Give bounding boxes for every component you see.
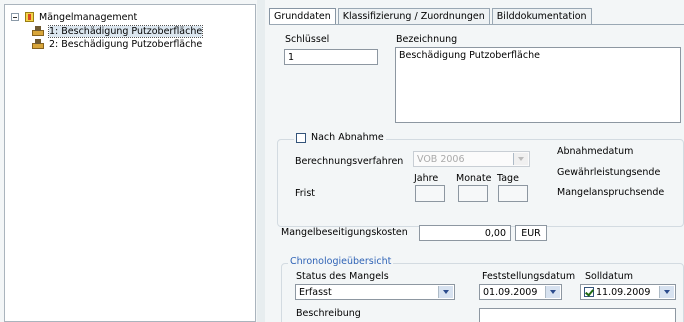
dropdown-arrow-icon (513, 153, 528, 165)
status-value: Erfasst (299, 287, 332, 298)
feststellungsdatum-value: 01.09.2009 (483, 287, 538, 298)
nach-abnahme-label: Nach Abnahme (311, 132, 384, 143)
defect-management-icon (25, 12, 34, 22)
monate-label: Monate (456, 173, 492, 184)
status-label: Status des Mangels (296, 271, 389, 282)
tree-item-label[interactable]: 1: Beschädigung Putzoberfläche (47, 24, 204, 38)
schluessel-field[interactable]: 1 (284, 49, 378, 65)
defect-icon (32, 25, 45, 37)
mangelanspruchsende-label: Mangelanspruchsende (557, 187, 665, 198)
bezeichnung-field[interactable]: Beschädigung Putzoberfläche (395, 47, 681, 123)
tage-label: Tage (497, 173, 519, 184)
calendar-dropdown-icon[interactable] (545, 286, 560, 298)
tab-bilddokumentation[interactable]: Bilddokumentation (491, 8, 592, 24)
gewaehrleistungsende-label: Gewährleistungsende (557, 167, 661, 178)
defect-tree-panel[interactable]: Mängelmanagement 1: Beschädigung Putzobe… (4, 4, 256, 322)
feststellungsdatum-label: Feststellungsdatum (482, 271, 576, 282)
tab-klassifizierung[interactable]: Klassifizierung / Zuordnungen (337, 8, 490, 24)
collapse-icon[interactable] (11, 13, 19, 21)
solldatum-label: Solldatum (585, 271, 633, 282)
detail-panel: Grunddaten Klassifizierung / Zuordnungen… (265, 0, 684, 322)
tree-root-label[interactable]: Mängelmanagement (39, 12, 137, 23)
tab-grunddaten[interactable]: Grunddaten (269, 8, 336, 24)
panel-splitter[interactable] (257, 0, 265, 322)
mangelbeseitigungskosten-label: Mangelbeseitigungskosten (281, 227, 408, 238)
beschreibung-field[interactable] (479, 308, 676, 322)
frist-monate-field (458, 185, 488, 202)
abnahmedatum-label: Abnahmedatum (557, 146, 634, 157)
bezeichnung-label: Bezeichnung (396, 34, 458, 45)
berechnungsverfahren-select: VOB 2006 (413, 151, 530, 167)
berechnungsverfahren-label: Berechnungsverfahren (295, 156, 404, 167)
application-window: Mängelmanagement 1: Beschädigung Putzobe… (0, 0, 684, 322)
solldatum-value: 11.09.2009 (596, 286, 651, 298)
tab-bar: Grunddaten Klassifizierung / Zuordnungen… (269, 8, 594, 24)
status-select[interactable]: Erfasst (295, 284, 455, 300)
nach-abnahme-checkbox[interactable] (296, 132, 306, 143)
frist-tage-field (498, 185, 528, 202)
tree-root-node[interactable]: Mängelmanagement (11, 11, 137, 23)
beschreibung-label: Beschreibung (296, 308, 361, 319)
chronologie-label: Chronologieübersicht (288, 256, 394, 267)
feststellungsdatum-picker[interactable]: 01.09.2009 (479, 284, 562, 300)
kosten-field[interactable]: 0,00 (419, 225, 511, 241)
dropdown-arrow-icon[interactable] (438, 286, 453, 298)
calendar-dropdown-icon[interactable] (659, 286, 674, 298)
frist-jahre-field (415, 185, 445, 202)
schluessel-label: Schlüssel (285, 34, 330, 45)
nach-abnahme-option[interactable]: Nach Abnahme (294, 132, 386, 143)
currency-field[interactable]: EUR (515, 225, 547, 241)
tree-item-2[interactable]: 2: Beschädigung Putzoberfläche (32, 38, 202, 50)
defect-icon (32, 38, 45, 50)
tree-item-1[interactable]: 1: Beschädigung Putzoberfläche (32, 24, 204, 38)
jahre-label: Jahre (414, 173, 439, 184)
solldatum-checkbox[interactable] (584, 287, 594, 297)
tree-item-label[interactable]: 2: Beschädigung Putzoberfläche (49, 39, 202, 50)
solldatum-picker[interactable]: 11.09.2009 (580, 284, 676, 300)
frist-label: Frist (295, 188, 315, 199)
grunddaten-content: Schlüssel 1 Bezeichnung Beschädigung Put… (269, 24, 684, 322)
berechnungsverfahren-value: VOB 2006 (417, 154, 465, 165)
